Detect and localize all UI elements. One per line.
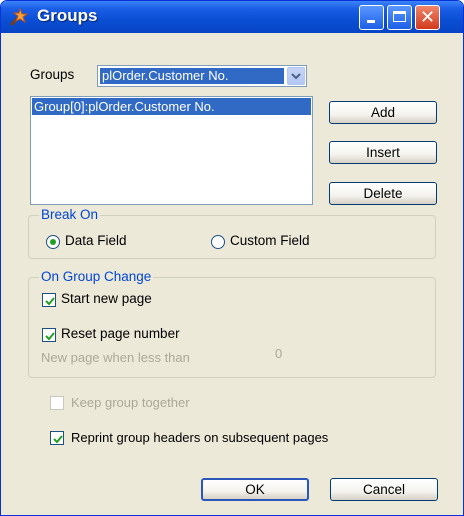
reprint-headers-label[interactable]: Reprint group headers on subsequent page… <box>71 430 328 445</box>
on-group-change-group: On Group Change Start new page Reset pag… <box>28 269 436 378</box>
dialog-body: Groups plOrder.Customer No. Group[0]:plO… <box>21 52 445 507</box>
data-field-radio[interactable] <box>46 235 60 249</box>
groups-label: Groups <box>30 67 75 82</box>
start-new-page-label[interactable]: Start new page <box>61 291 152 306</box>
groups-combo-value: plOrder.Customer No. <box>100 68 284 84</box>
start-new-page-checkbox[interactable] <box>42 293 56 307</box>
reset-page-number-checkbox[interactable] <box>42 328 56 342</box>
minimize-icon <box>367 20 375 23</box>
groups-dialog: Groups ✕ Groups plOrder.Customer No. Gro… <box>0 0 464 516</box>
ok-button[interactable]: OK <box>201 478 309 501</box>
keep-group-together-label: Keep group together <box>71 395 190 410</box>
maximize-button[interactable] <box>387 5 412 30</box>
group-list[interactable]: Group[0]:plOrder.Customer No. <box>30 96 313 205</box>
combo-dropdown-button[interactable] <box>287 67 305 85</box>
minimize-button[interactable] <box>359 5 384 30</box>
break-on-group: Break On Data Field Custom Field <box>28 207 436 259</box>
new-page-when-less-than-value: 0 <box>275 346 283 361</box>
reset-page-number-label[interactable]: Reset page number <box>61 326 180 341</box>
cancel-button[interactable]: Cancel <box>330 478 438 501</box>
wand-icon <box>9 7 29 27</box>
groups-combo[interactable]: plOrder.Customer No. <box>97 65 307 87</box>
keep-group-together-checkbox[interactable] <box>50 396 64 410</box>
reprint-headers-checkbox[interactable] <box>50 431 64 445</box>
title-bar[interactable]: Groups ✕ <box>1 1 463 33</box>
close-button[interactable]: ✕ <box>415 5 440 30</box>
break-on-legend: Break On <box>39 207 101 222</box>
window-title: Groups <box>37 6 98 25</box>
list-item[interactable]: Group[0]:plOrder.Customer No. <box>32 98 311 115</box>
custom-field-radio[interactable] <box>211 235 225 249</box>
checkmark-icon <box>45 297 55 306</box>
checkmark-icon <box>53 435 63 444</box>
delete-button[interactable]: Delete <box>329 182 437 205</box>
chevron-down-icon <box>291 73 301 80</box>
maximize-icon <box>393 11 406 22</box>
add-button[interactable]: Add <box>329 101 437 124</box>
data-field-label[interactable]: Data Field <box>65 233 127 248</box>
checkmark-icon <box>45 332 55 341</box>
on-group-change-legend: On Group Change <box>39 269 154 284</box>
new-page-when-less-than-label: New page when less than <box>41 350 190 365</box>
custom-field-label[interactable]: Custom Field <box>230 233 310 248</box>
close-icon: ✕ <box>419 7 436 28</box>
insert-button[interactable]: Insert <box>329 141 437 164</box>
